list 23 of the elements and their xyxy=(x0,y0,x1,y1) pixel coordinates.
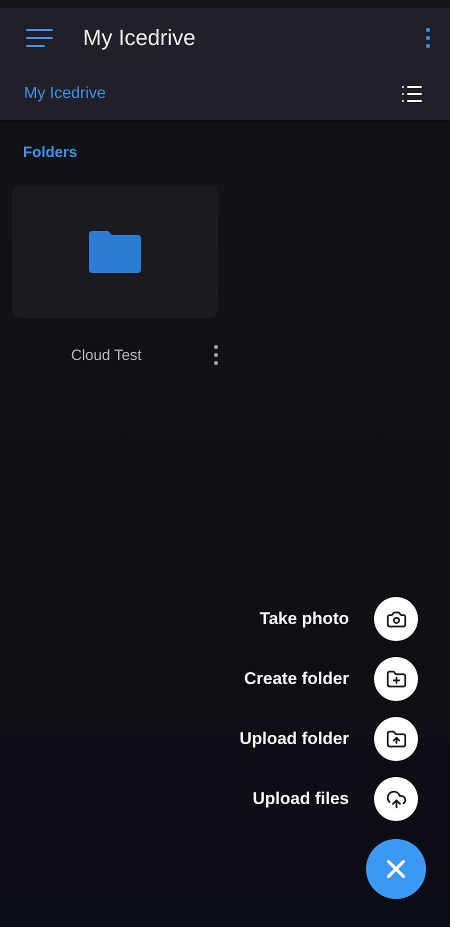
action-button[interactable] xyxy=(374,597,418,641)
menu-button[interactable] xyxy=(26,28,53,48)
app-title: My Icedrive xyxy=(83,25,196,51)
camera-icon xyxy=(386,608,406,630)
folder-upload-icon xyxy=(386,728,406,750)
section-title: Folders xyxy=(23,144,78,161)
folder-more-button[interactable] xyxy=(214,345,218,365)
action-label: Upload folder xyxy=(239,729,349,749)
action-label: Take photo xyxy=(260,609,349,629)
more-icon xyxy=(214,345,218,365)
action-button[interactable] xyxy=(374,717,418,761)
cloud-upload-icon xyxy=(386,788,406,810)
action-button[interactable] xyxy=(374,777,418,821)
breadcrumb-link[interactable]: My Icedrive xyxy=(24,85,106,103)
folder-plus-icon xyxy=(386,668,406,690)
folder-icon xyxy=(89,230,141,272)
more-icon xyxy=(426,28,430,48)
folder-name: Cloud Test xyxy=(71,346,142,364)
action-label: Create folder xyxy=(244,669,349,689)
folder-card[interactable] xyxy=(12,185,218,318)
more-button[interactable] xyxy=(426,28,430,48)
action-button[interactable] xyxy=(374,657,418,701)
action-label: Upload files xyxy=(252,789,349,809)
